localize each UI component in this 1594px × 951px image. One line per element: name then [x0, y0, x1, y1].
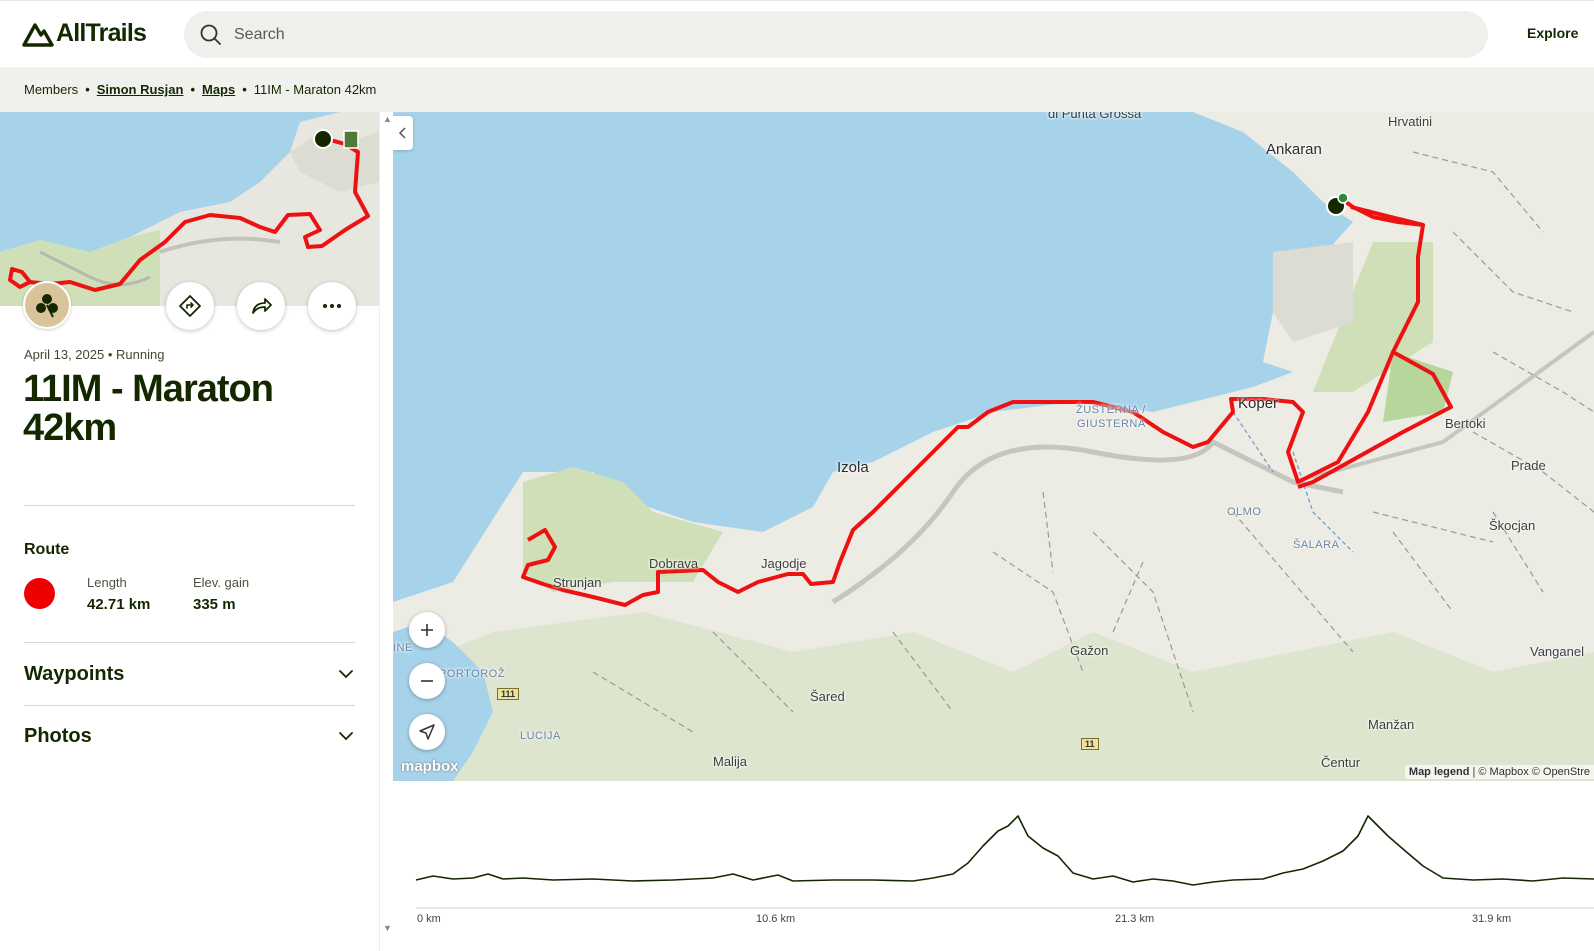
- map-legend-link[interactable]: Map legend: [1409, 766, 1470, 778]
- map-label: Koper: [1238, 395, 1279, 412]
- minus-icon: [421, 680, 433, 682]
- nav-explore-link[interactable]: Explore: [1527, 25, 1578, 41]
- divider: [24, 642, 355, 643]
- breadcrumb-current: 11IM - Maraton 42km: [253, 82, 377, 97]
- activity-detail-panel: ▲ ▼ April 13, 2025 • Running 11IM - Mara…: [0, 112, 393, 951]
- map-label: Čentur: [1321, 755, 1361, 770]
- search-bar[interactable]: [184, 11, 1488, 58]
- elevation-chart[interactable]: [393, 781, 1594, 951]
- activity-date: April 13, 2025: [24, 347, 105, 362]
- map-label: OLMO: [1227, 506, 1262, 518]
- share-button[interactable]: [237, 282, 285, 330]
- elevation-gain-value: 335 m: [193, 596, 236, 613]
- activity-title: 11IM - Maraton 42km: [23, 368, 274, 449]
- scroll-up-icon[interactable]: ▲: [383, 114, 392, 124]
- thumbnail-map-graphic: [0, 112, 379, 306]
- road-number-sign: 11: [1081, 738, 1099, 750]
- waypoints-accordion[interactable]: Waypoints: [24, 654, 355, 694]
- road-number-sign: 111: [497, 688, 520, 700]
- elevation-gain-label: Elev. gain: [193, 575, 250, 590]
- x-axis-tick: 10.6 km: [756, 913, 796, 925]
- map-label: Prade: [1511, 458, 1546, 473]
- photos-accordion[interactable]: Photos: [24, 716, 355, 756]
- zoom-in-button[interactable]: [409, 612, 445, 648]
- panel-scrollbar[interactable]: ▲ ▼: [379, 112, 393, 951]
- map-label: Malija: [713, 754, 747, 769]
- length-label: Length: [87, 575, 127, 590]
- map-label: Izola: [837, 459, 869, 476]
- breadcrumb-members[interactable]: Members: [24, 82, 78, 97]
- directions-icon: [179, 295, 201, 317]
- user-avatar[interactable]: [23, 281, 71, 329]
- collapse-panel-button[interactable]: [393, 116, 413, 150]
- directions-button[interactable]: [166, 282, 214, 330]
- map-label: Bertoki: [1445, 416, 1486, 431]
- x-axis-tick: 21.3 km: [1115, 913, 1155, 925]
- map-label: Strunjan: [553, 575, 602, 590]
- elevation-profile[interactable]: 0 km 10.6 km 21.3 km 31.9 km: [393, 781, 1594, 951]
- alltrails-logo[interactable]: AllTrails: [22, 19, 147, 48]
- map-label: PORTOROŽ: [439, 668, 505, 680]
- breadcrumb-separator: •: [242, 82, 247, 97]
- route-color-swatch[interactable]: [24, 578, 55, 609]
- more-dots-icon: [323, 304, 341, 308]
- x-axis-tick: 31.9 km: [1472, 913, 1512, 925]
- scroll-down-icon[interactable]: ▼: [383, 923, 392, 933]
- navigation-arrow-icon: [419, 724, 435, 740]
- map-label: Vanganel: [1530, 644, 1584, 659]
- mapbox-logo[interactable]: mapbox: [401, 758, 459, 775]
- chevron-down-icon: [339, 732, 353, 741]
- mountain-logo-icon: [22, 22, 54, 47]
- activity-type: Running: [116, 347, 165, 362]
- map-label: Manžan: [1368, 717, 1415, 732]
- map-canvas[interactable]: [393, 112, 1594, 781]
- breadcrumb-user-link[interactable]: Simon Rusjan: [97, 82, 184, 97]
- map-label: Dobrava: [649, 556, 699, 571]
- search-input[interactable]: [234, 25, 1434, 44]
- map-label: ŽUSTERNA /: [1076, 404, 1146, 416]
- route-thumbnail-map[interactable]: [0, 112, 379, 306]
- map-label: ŠALARA: [1293, 539, 1340, 551]
- zoom-out-button[interactable]: [409, 663, 445, 699]
- top-navigation-bar: AllTrails Explore: [0, 0, 1594, 67]
- x-axis-tick: 0 km: [417, 913, 441, 925]
- route-heading: Route: [24, 541, 70, 558]
- divider: [24, 505, 355, 506]
- breadcrumb-separator: •: [190, 82, 195, 97]
- photos-heading: Photos: [24, 724, 92, 747]
- breadcrumb-maps-link[interactable]: Maps: [202, 82, 235, 97]
- breadcrumb-separator: •: [85, 82, 90, 97]
- map-label: Gažon: [1070, 643, 1109, 658]
- logo-text: AllTrails: [56, 19, 147, 47]
- map-attribution: Map legend | © Mapbox © OpenStre: [1404, 765, 1594, 779]
- map-label: Škocjan: [1489, 518, 1536, 533]
- divider: [24, 705, 355, 706]
- route-map[interactable]: di Punta Grossa Hrvatini Ankaran Koper Ž…: [393, 112, 1594, 781]
- map-label: Ankaran: [1266, 141, 1322, 158]
- length-value: 42.71 km: [87, 596, 151, 613]
- chevron-down-icon: [339, 670, 353, 679]
- share-arrow-icon: [252, 298, 272, 314]
- locate-me-button[interactable]: [409, 714, 445, 750]
- avatar-clover-icon: [36, 294, 58, 318]
- search-icon: [200, 24, 221, 45]
- map-label: Šared: [810, 689, 845, 704]
- meta-separator: •: [107, 347, 117, 362]
- map-label: Hrvatini: [1388, 114, 1433, 129]
- waypoints-heading: Waypoints: [24, 662, 125, 685]
- breadcrumb: Members • Simon Rusjan • Maps • 11IM - M…: [0, 67, 1594, 112]
- map-label: Jagodje: [761, 556, 807, 571]
- plus-icon: [421, 624, 433, 636]
- map-label: GIUSTERNA: [1077, 418, 1146, 430]
- map-label: LUCIJA: [520, 730, 561, 742]
- activity-meta: April 13, 2025 • Running: [24, 347, 164, 362]
- attribution-text[interactable]: | © Mapbox © OpenStre: [1472, 766, 1590, 778]
- chevron-left-icon: [398, 127, 406, 139]
- map-label: di Punta Grossa: [1048, 112, 1142, 121]
- map-label: INE: [393, 642, 413, 654]
- more-options-button[interactable]: [308, 282, 356, 330]
